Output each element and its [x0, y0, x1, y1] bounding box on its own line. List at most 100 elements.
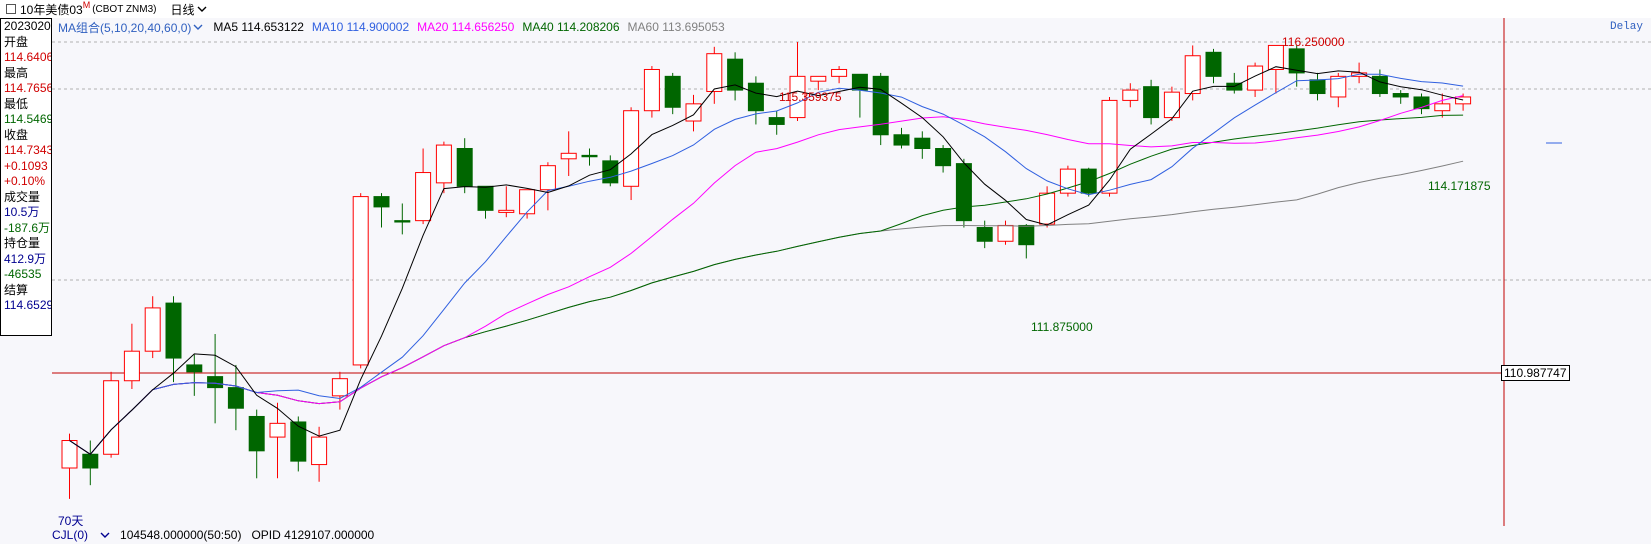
candle-body — [1163, 91, 1180, 119]
symbol-sup: M — [82, 0, 91, 10]
candle-body — [810, 75, 827, 82]
date-value: 20230201 — [4, 19, 51, 33]
oi-label: 持仓量 — [4, 236, 41, 250]
indicator-name: CJL(0) — [52, 528, 89, 542]
candle-body — [456, 148, 473, 187]
annotation-high-2: 116.250000 — [1282, 35, 1345, 49]
candle-body — [831, 68, 848, 77]
oi-change-value: -46535 — [4, 267, 42, 281]
candle-body — [976, 227, 993, 242]
close-value: 114.7343 — [4, 143, 52, 157]
candle-body — [144, 307, 161, 352]
candle-body — [1039, 192, 1056, 225]
high-label: 最高 — [4, 65, 29, 80]
symbol-selector[interactable]: 10年美债03 M (CBOT ZNM3) — [6, 0, 157, 18]
volume-change-value: -187.6万 — [4, 220, 51, 235]
crosshair-price-label: 110.987747 — [1501, 365, 1570, 381]
high-value: 114.7656 — [4, 81, 52, 95]
candle-body — [498, 209, 515, 213]
ma5-line — [69, 66, 1464, 455]
candle-body — [1122, 89, 1139, 101]
ma40-line — [69, 114, 1464, 455]
symbol-toolbar: 10年美债03 M (CBOT ZNM3) 日线 — [0, 0, 1651, 18]
candle-body — [1018, 224, 1035, 246]
candle-body — [1247, 65, 1264, 91]
candle-body — [227, 387, 244, 409]
low-value: 114.5469 — [4, 112, 52, 126]
candle-body — [1143, 86, 1160, 119]
candle-body — [747, 82, 764, 112]
close-label: 收盘 — [4, 127, 29, 142]
candle-body — [955, 163, 972, 222]
indicator-opid-value: OPID 4129107.000000 — [251, 528, 375, 542]
settle-value: 114.6529 — [4, 298, 52, 312]
indicator-volume-value: 104548.000000(50:50) — [120, 528, 242, 542]
oi-value: 412.9万 — [4, 251, 47, 266]
candle-body — [539, 165, 556, 191]
change-value: +0.1093 — [4, 158, 48, 173]
period-label: 日线 — [170, 2, 195, 17]
volume-value: 10.5万 — [4, 205, 40, 219]
candle-body — [269, 422, 286, 438]
candle-body — [82, 453, 99, 469]
candle-body — [1184, 55, 1201, 95]
indicator-bar: CJL(0) 104548.000000(50:50) OPID 4129107… — [52, 526, 1651, 544]
candle-body — [207, 376, 224, 389]
change-pct-value: +0.10% — [4, 174, 46, 188]
low-label: 最低 — [4, 96, 29, 111]
candle-body — [560, 152, 577, 160]
candle-body — [706, 53, 723, 92]
candle-body — [103, 380, 120, 455]
annotation-high-1: 115.359375 — [779, 90, 842, 104]
candle-body — [415, 172, 432, 222]
annotation-low-1: 111.875000 — [1031, 320, 1093, 334]
candle-body — [519, 189, 536, 215]
candle-body — [1309, 79, 1326, 95]
indicator-selector[interactable]: CJL(0) — [52, 528, 110, 542]
candle-body — [123, 350, 140, 382]
candle-body — [61, 440, 78, 469]
candle-body — [1455, 96, 1472, 105]
candle-body — [997, 224, 1014, 242]
candle-body — [685, 103, 702, 122]
chevron-down-icon — [100, 532, 110, 538]
open-label: 开盘 — [4, 34, 29, 49]
candle-body — [935, 148, 952, 167]
candle-body — [893, 134, 910, 146]
candle-body — [914, 137, 931, 150]
candle-body — [643, 68, 660, 112]
candle-body — [477, 185, 494, 211]
candle-body — [1392, 93, 1409, 98]
ma20-line — [69, 95, 1464, 455]
chevron-down-icon — [197, 6, 207, 12]
ma10-line — [69, 73, 1464, 455]
candle-body — [248, 415, 265, 452]
annotation-low-2: 114.171875 — [1428, 179, 1491, 193]
candle-body — [581, 154, 598, 158]
period-selector[interactable]: 日线 — [170, 1, 207, 18]
checkbox-icon[interactable] — [6, 4, 16, 14]
candle-body — [352, 196, 369, 366]
ma60-line — [69, 160, 1464, 455]
settle-label: 结算 — [4, 282, 29, 297]
candle-body — [872, 75, 889, 136]
candle-body — [311, 436, 328, 466]
candle-body — [602, 160, 619, 184]
candle-body — [331, 378, 348, 397]
candle-body — [373, 196, 390, 208]
candle-body — [394, 220, 411, 223]
candle-body — [1434, 103, 1451, 112]
candle-body — [1267, 44, 1284, 70]
candle-body — [165, 302, 182, 359]
candle-body — [290, 421, 307, 462]
candle-body — [768, 117, 785, 125]
candle-body — [1205, 51, 1222, 77]
candle-body — [435, 144, 452, 184]
quote-info-panel: 20230201 开盘 114.6406 最高 114.7656 最低 114.… — [0, 18, 52, 336]
symbol-name: 10年美债03 — [20, 2, 83, 17]
volume-label: 成交量 — [4, 189, 41, 204]
candle-body — [664, 75, 681, 108]
candlestick-chart[interactable]: 115.359375 116.250000 111.875000 114.171875 — [52, 18, 1651, 526]
open-value: 114.6406 — [4, 50, 52, 64]
symbol-code: (CBOT ZNM3) — [92, 3, 157, 15]
